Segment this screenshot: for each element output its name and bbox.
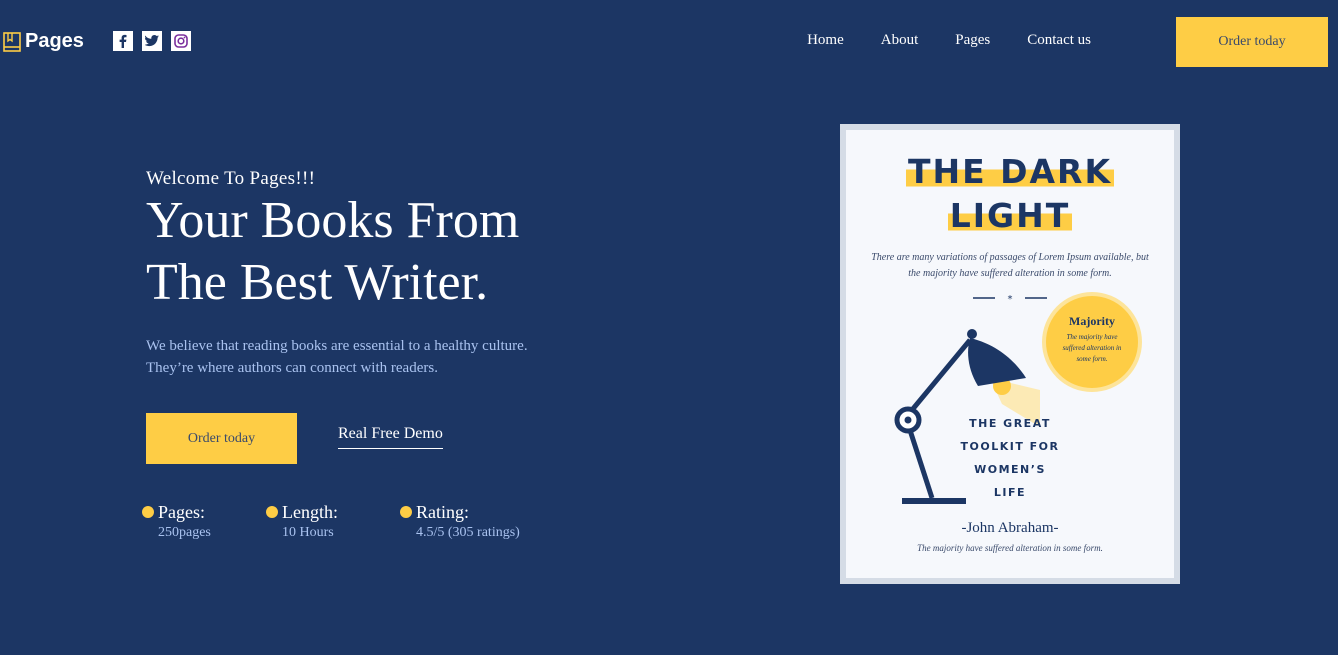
blurb-line-1: There are many variations of passages of… — [871, 252, 1149, 263]
stat-label: Pages: — [158, 502, 205, 522]
divider-star-icon: * — [973, 294, 1047, 304]
book-cover-frame: THE DARK LIGHT There are many variations… — [840, 124, 1180, 584]
nav-item-home[interactable]: Home — [807, 32, 844, 49]
nav-item-contact[interactable]: Contact us — [1027, 32, 1091, 49]
hero-headline: Your Books From The Best Writer. — [146, 190, 519, 314]
stat-label: Rating: — [416, 502, 469, 522]
order-today-button[interactable]: Order today — [146, 413, 297, 464]
instagram-icon — [174, 34, 188, 48]
hero-description: We believe that reading books are essent… — [146, 335, 576, 379]
welcome-text: Welcome To Pages!!! — [146, 168, 316, 189]
badge-text: The majority have suffered alteration in… — [1062, 333, 1122, 363]
bullet-dot-icon — [400, 506, 412, 518]
social-links — [113, 31, 191, 51]
bullet-dot-icon — [266, 506, 278, 518]
majority-badge: Majority The majority have suffered alte… — [1046, 296, 1138, 388]
twitter-icon — [145, 35, 159, 47]
badge-title: Majority — [1069, 314, 1115, 328]
book-title-line-2: LIGHT — [947, 196, 1073, 235]
nav-item-pages[interactable]: Pages — [955, 32, 990, 49]
description-line-2: They’re where authors can connect with r… — [146, 360, 438, 376]
headline-line-1: Your Books From — [146, 192, 520, 249]
brand-name: Pages — [25, 30, 84, 52]
facebook-link[interactable] — [113, 31, 133, 51]
blurb-line-2: the majority have suffered alteration in… — [908, 268, 1112, 279]
stat-value: 4.5/5 (305 ratings) — [416, 525, 520, 540]
headline-line-2: The Best Writer. — [146, 254, 489, 311]
svg-text:*: * — [1008, 294, 1013, 304]
book-author: -John Abraham- — [961, 520, 1059, 536]
stat-value: 250pages — [158, 525, 211, 540]
bullet-dot-icon — [142, 506, 154, 518]
facebook-icon — [119, 34, 127, 48]
stat-value: 10 Hours — [282, 525, 334, 540]
stat-label: Length: — [282, 502, 338, 522]
brand-logo[interactable]: Pages — [3, 30, 84, 53]
book-footer-text: The majority have suffered alteration in… — [917, 543, 1103, 553]
book-icon — [3, 31, 21, 52]
main-nav: Home About Pages Contact us — [807, 32, 1091, 49]
instagram-link[interactable] — [171, 31, 191, 51]
book-cover: THE DARK LIGHT There are many variations… — [846, 130, 1174, 578]
book-blurb: There are many variations of passages of… — [866, 250, 1154, 282]
twitter-link[interactable] — [142, 31, 162, 51]
description-line-1: We believe that reading books are essent… — [146, 338, 528, 354]
nav-item-about[interactable]: About — [881, 32, 919, 49]
book-subtitle: THE GREAT TOOLKIT FOR WOMEN’S LIFE — [960, 417, 1060, 499]
header-order-button[interactable]: Order today — [1176, 17, 1328, 67]
book-title-line-1: THE DARK — [905, 152, 1115, 191]
free-demo-link[interactable]: Real Free Demo — [338, 425, 443, 449]
